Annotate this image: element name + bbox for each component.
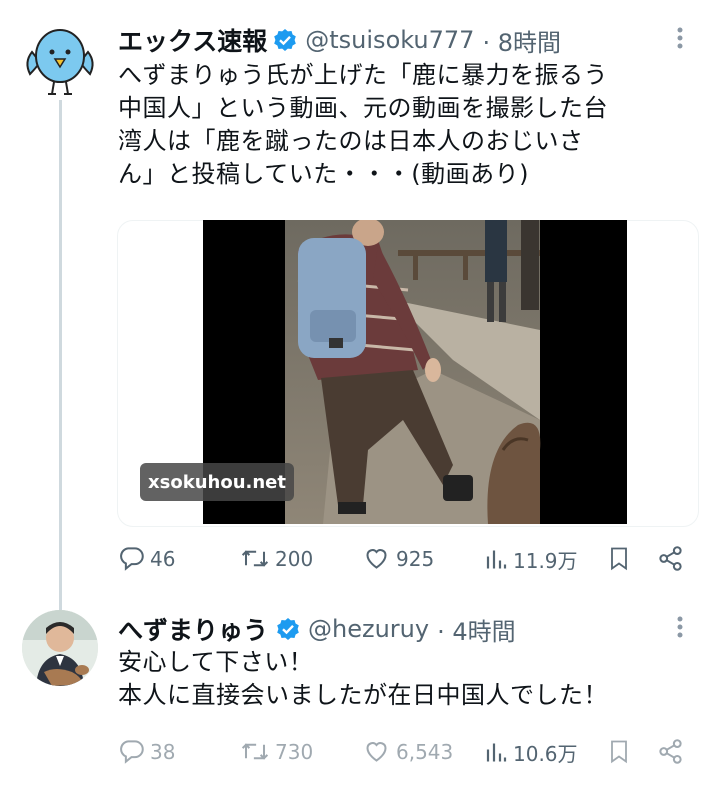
avatar[interactable] xyxy=(22,610,98,686)
bookmark-button[interactable] xyxy=(607,738,631,769)
text-line: 湾人は「鹿を蹴ったのは日本人のおじいさ xyxy=(118,127,584,155)
share-icon xyxy=(659,546,682,571)
retweet-icon xyxy=(241,550,269,567)
retweet-button[interactable]: 200 xyxy=(240,545,313,572)
views-button[interactable]: 11.9万 xyxy=(484,545,578,574)
bookmark-icon xyxy=(611,547,627,571)
avatar[interactable] xyxy=(22,22,98,98)
tweet-text: 安心して下さい！ 本人に直接会いましたが在日中国人でした！ xyxy=(118,646,708,712)
reply-count: 38 xyxy=(150,739,176,764)
reply-count: 46 xyxy=(150,546,176,571)
bookmark-icon xyxy=(611,740,627,764)
reply-button[interactable]: 46 xyxy=(118,545,175,572)
more-icon[interactable] xyxy=(670,24,690,59)
retweet-count: 730 xyxy=(275,739,314,764)
tweet-text: へずまりゅう氏が上げた「鹿に暴力を振るう 中国人」という動画、元の動画を撮影した… xyxy=(118,59,708,191)
timestamp[interactable]: · 8時間 xyxy=(482,23,561,58)
bookmark-button[interactable] xyxy=(607,545,631,576)
views-icon xyxy=(486,550,507,569)
bird-avatar-icon xyxy=(26,29,94,95)
text-line: ん」と投稿していた・・・(動画あり) xyxy=(118,160,530,188)
views-icon xyxy=(486,743,507,762)
like-count: 6,543 xyxy=(396,739,454,764)
text-line: 中国人」という動画、元の動画を撮影した台 xyxy=(118,94,608,122)
views-count: 11.9万 xyxy=(513,549,578,573)
author-name[interactable]: へずまりゅう xyxy=(118,611,268,647)
author-handle[interactable]: @tsuisoku777 xyxy=(305,26,474,54)
retweet-count: 200 xyxy=(275,546,314,571)
retweet-icon xyxy=(241,743,269,760)
retweet-button[interactable]: 730 xyxy=(240,738,313,765)
reply-button[interactable]: 38 xyxy=(118,738,175,765)
text-line: 本人に直接会いましたが在日中国人でした！ xyxy=(118,681,608,709)
share-icon xyxy=(659,739,682,764)
author-name[interactable]: エックス速報 xyxy=(118,22,267,58)
timestamp[interactable]: · 4時間 xyxy=(437,612,516,647)
share-button[interactable] xyxy=(657,545,684,576)
author-handle[interactable]: @hezuruy xyxy=(308,615,429,643)
more-icon[interactable] xyxy=(670,613,690,648)
watermark-text: xsokuhou.net xyxy=(148,471,286,493)
like-icon xyxy=(366,742,387,762)
views-button[interactable]: 10.6万 xyxy=(484,738,578,767)
reply-icon xyxy=(120,547,144,571)
like-button[interactable]: 925 xyxy=(362,545,434,572)
tweet-header: エックス速報 @tsuisoku777 · 8時間 xyxy=(118,22,561,58)
like-count: 925 xyxy=(396,546,435,571)
text-line: 安心して下さい！ xyxy=(118,648,314,676)
watermark-label: xsokuhou.net xyxy=(140,463,294,501)
share-button[interactable] xyxy=(657,738,684,769)
thread-line xyxy=(59,100,62,610)
person-with-deer-avatar-icon xyxy=(22,610,98,686)
text-line: へずまりゅう氏が上げた「鹿に暴力を振るう xyxy=(118,61,608,89)
verified-badge-icon xyxy=(277,618,299,640)
reply-icon xyxy=(120,740,144,764)
verified-badge-icon xyxy=(274,29,297,51)
like-icon xyxy=(366,549,387,569)
views-count: 10.6万 xyxy=(513,742,578,766)
like-button[interactable]: 6,543 xyxy=(362,738,453,765)
tweet-header: へずまりゅう @hezuruy · 4時間 xyxy=(118,611,516,647)
